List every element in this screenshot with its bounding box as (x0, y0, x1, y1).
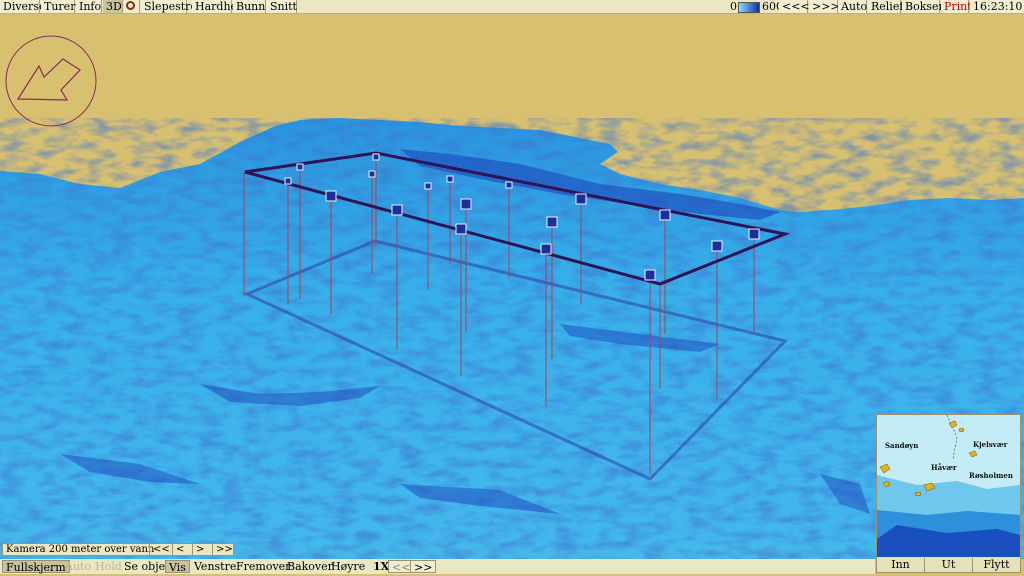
menu-snitt-button[interactable]: Snitt (267, 0, 297, 13)
right-button[interactable]: Høyre (328, 560, 368, 573)
menu-hardhet-button[interactable]: Hardhet (192, 0, 241, 13)
boxes-button[interactable]: Bokser (902, 0, 944, 13)
overview-map-graphic (877, 415, 1020, 557)
camera-nav-forward[interactable]: > (192, 544, 207, 555)
hold-button[interactable]: Hold (92, 560, 125, 573)
camera-panel: Kamera 200 meter over vann << < > >> (2, 543, 234, 556)
depth-min: 0 (730, 0, 737, 13)
auto-button[interactable]: Auto (62, 560, 94, 573)
map-label-sandoyn: Sandøyn (885, 441, 919, 450)
camera-nav-fast-forward[interactable]: >> (212, 544, 236, 555)
top-toolbar: Diverse Turer Info 3D Slepestrek Hardhet Bunn S… (0, 0, 1024, 14)
show-button[interactable]: Vis (165, 560, 190, 574)
zoom-out-button[interactable]: Ut (925, 558, 973, 572)
auto-button[interactable]: Auto (838, 0, 867, 13)
clock: 16:23:10 ☼ (970, 0, 1024, 13)
relief-button[interactable]: Relieff (868, 0, 907, 13)
menu-slepestrek-button[interactable]: Slepestrek (141, 0, 204, 13)
menu-turer-button[interactable]: Turer (41, 0, 75, 13)
map-label-havaer: Håvær (931, 463, 957, 472)
bottom-toolbar: Fullskjerm Auto Hold Se objekt Vis Venst… (0, 559, 875, 574)
camera-nav-back[interactable]: < (172, 544, 187, 555)
map-label-kjelsvaer: Kjelsvær (973, 440, 1008, 449)
3d-scene[interactable] (0, 14, 1024, 559)
menu-diverse-button[interactable]: Diverse (0, 0, 45, 13)
next-page-button[interactable]: >>> (809, 0, 840, 13)
clock-time: 16:23:10 (973, 0, 1023, 13)
move-button[interactable]: Flytt (973, 558, 1020, 572)
menu-bunn-button[interactable]: Bunn (233, 0, 266, 13)
menu-info-button[interactable]: Info (76, 0, 102, 13)
record-icon[interactable] (124, 0, 140, 13)
prev-page-button[interactable]: <<< (779, 0, 810, 13)
zoom-in-button[interactable]: Inn (877, 558, 925, 572)
fullscreen-button[interactable]: Fullskjerm (2, 560, 70, 574)
print-button[interactable]: Print (941, 0, 972, 13)
camera-altitude-label: Kamera 200 meter over vann (6, 544, 155, 555)
map-label-rosholmen: Røsholmen (969, 471, 1013, 480)
speed-increase-button[interactable]: >> (410, 560, 437, 574)
menu-3d-button[interactable]: 3D (103, 0, 123, 13)
depth-gradient (738, 2, 760, 13)
overview-map[interactable]: Sandøyn Kjelsvær Håvær Røsholmen Inn Ut … (876, 414, 1021, 573)
camera-nav-fast-back[interactable]: << (149, 544, 173, 555)
